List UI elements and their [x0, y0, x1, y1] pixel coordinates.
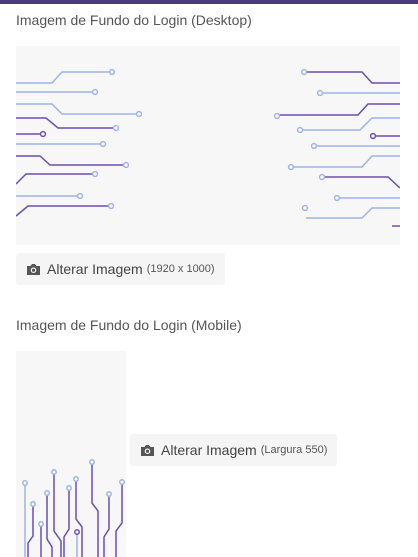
- camera-icon: [141, 444, 154, 456]
- desktop-image-size-note: (1920 x 1000): [146, 263, 215, 275]
- mobile-image-size-note: (Largura 550): [260, 444, 328, 456]
- camera-icon: [27, 263, 40, 275]
- mobile-background-preview: [16, 351, 126, 557]
- change-mobile-image-button[interactable]: Alterar Imagem (Largura 550): [130, 434, 338, 466]
- mobile-section-title: Imagem de Fundo do Login (Mobile): [16, 317, 242, 333]
- top-accent-bar: [0, 0, 418, 4]
- desktop-section-title: Imagem de Fundo do Login (Desktop): [16, 12, 252, 28]
- change-desktop-image-label: Alterar Imagem: [47, 261, 143, 277]
- desktop-background-preview: [16, 46, 400, 245]
- circuit-lines-mobile: [22, 459, 125, 557]
- change-mobile-image-label: Alterar Imagem: [161, 442, 257, 458]
- change-desktop-image-button[interactable]: Alterar Imagem (1920 x 1000): [16, 253, 225, 285]
- circuit-lines-desktop: [16, 68, 400, 227]
